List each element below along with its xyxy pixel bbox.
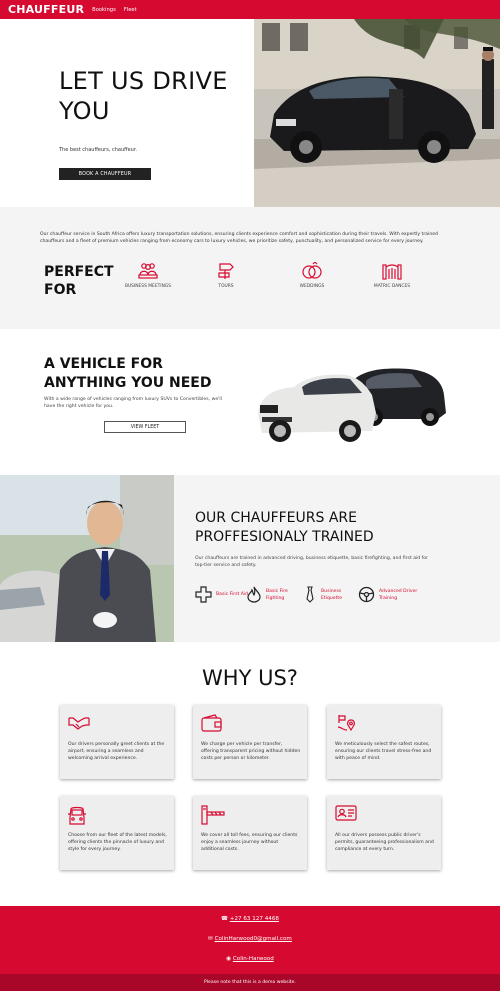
flame-icon	[247, 586, 261, 603]
car-front-icon	[68, 806, 86, 825]
chauffeur-photo	[0, 475, 174, 642]
demo-notice: Please note that this is a demo website.	[0, 974, 500, 991]
people-group-icon	[138, 263, 158, 279]
perfect-item-label: BUSINESS MEETINGS	[124, 284, 172, 289]
book-chauffeur-button[interactable]: BOOK A CHAUFFEUR	[59, 168, 151, 180]
perfect-item-tours: TOURS	[201, 262, 251, 290]
brand-logo[interactable]: CHAUFFEUR	[8, 3, 84, 16]
hero-title: LET US DRIVE YOU	[59, 67, 228, 125]
toll-gate-icon	[201, 805, 225, 825]
nav-link-bookings[interactable]: Bookings	[92, 7, 116, 13]
vehicle-heading: A VEHICLE FOR ANYTHING YOU NEED	[44, 356, 212, 391]
nav-link-fleet[interactable]: Fleet	[124, 7, 137, 13]
footer: ☎ +27 63 127 4468 ✉ ColinHarwood0@gmail.…	[0, 906, 500, 974]
chauffeur-subtitle: Our chauffeurs are trained in advanced d…	[195, 556, 428, 568]
chauffeur-heading: OUR CHAUFFEURS ARE PROFFESIONALY TRAINED	[195, 510, 374, 545]
why-card-driver-permits: All our drivers possess public driver's …	[327, 796, 441, 870]
footer-phone: ☎ +27 63 127 4468	[0, 916, 500, 922]
training-etiquette: Business Etiquette	[303, 586, 363, 603]
id-card-icon	[335, 805, 357, 821]
perfect-for-heading: PERFECT FOR	[44, 264, 114, 298]
perfect-item-business: BUSINESS MEETINGS	[123, 262, 173, 290]
view-fleet-button[interactable]: VIEW FLEET	[104, 421, 186, 433]
service-intro-text: Our chauffeur service in South Africa of…	[40, 232, 438, 244]
why-card-airport-greeting: Our drivers personally greet clients at …	[60, 705, 174, 779]
why-card-pricing: We charge per vehicle per transfer, offe…	[193, 705, 307, 779]
tie-icon	[306, 586, 314, 603]
why-card-toll-fees: We cover all toll fees, ensuring our cli…	[193, 796, 307, 870]
perfect-item-label: MATRIC DANCES	[373, 284, 411, 289]
signpost-icon	[218, 263, 234, 279]
why-card-latest-models: Choose from our fleet of the latest mode…	[60, 796, 174, 870]
why-card-text: All our drivers possess public driver's …	[335, 833, 434, 852]
github-link[interactable]: Colin-Harwood	[233, 956, 274, 962]
perfect-item-label: WEDDINGS	[299, 284, 325, 289]
wallet-icon	[201, 714, 222, 732]
footer-email: ✉ ColinHarwood0@gmail.com	[0, 936, 500, 942]
why-us-heading: WHY US?	[202, 666, 298, 690]
steering-wheel-icon	[358, 586, 375, 603]
why-us-section: WHY US? Our drivers personally greet cli…	[0, 642, 500, 906]
hero-section: LET US DRIVE YOU The best chauffeurs, ch…	[0, 19, 500, 207]
training-fire-fighting: Basic Fire Fighting	[246, 586, 306, 603]
training-advanced-driver: Advanced Driver Training	[358, 586, 438, 603]
footer-github: ◉ Colin-Harwood	[0, 956, 500, 962]
github-icon: ◉	[226, 956, 232, 962]
top-navbar: CHAUFFEUR Bookings Fleet	[0, 0, 500, 19]
why-card-text: Our drivers personally greet clients at …	[68, 742, 165, 761]
gate-icon	[382, 264, 402, 280]
phone-link[interactable]: +27 63 127 4468	[230, 916, 279, 922]
envelope-icon: ✉	[208, 936, 213, 942]
training-label: Business Etiquette	[321, 588, 343, 601]
perfect-item-matric: MATRIC DANCES	[367, 262, 417, 290]
chauffeur-training-section: OUR CHAUFFEURS ARE PROFFESIONALY TRAINED…	[0, 475, 500, 642]
why-card-text: We cover all toll fees, ensuring our cli…	[201, 833, 298, 852]
vehicle-subtitle: With a wide range of vehicles ranging fr…	[44, 397, 222, 409]
vehicle-section: A VEHICLE FOR ANYTHING YOU NEED With a w…	[0, 329, 500, 475]
why-card-text: We meticulously select the safest routes…	[335, 742, 432, 761]
handshake-icon	[68, 717, 90, 730]
why-card-safe-routes: We meticulously select the safest routes…	[327, 705, 441, 779]
why-card-text: Choose from our fleet of the latest mode…	[68, 833, 167, 852]
hero-subtitle: The best chauffeurs, chauffeur.	[59, 147, 138, 153]
fleet-cars-image	[254, 365, 450, 447]
training-label: Advanced Driver Training	[379, 588, 418, 601]
training-label: Basic Fire Fighting	[266, 588, 288, 601]
rings-icon	[302, 262, 322, 279]
perfect-item-label: TOURS	[218, 284, 234, 289]
perfect-item-weddings: WEDDINGS	[287, 262, 337, 290]
training-label: Basic First Aid	[216, 592, 249, 597]
route-icon	[337, 715, 355, 732]
why-card-text: We charge per vehicle per transfer, offe…	[201, 742, 301, 761]
hero-car-photo	[254, 19, 500, 207]
phone-icon: ☎	[221, 916, 228, 922]
first-aid-cross-icon	[195, 586, 212, 603]
email-link[interactable]: ColinHarwood0@gmail.com	[215, 936, 292, 942]
perfect-for-section: Our chauffeur service in South Africa of…	[0, 207, 500, 329]
